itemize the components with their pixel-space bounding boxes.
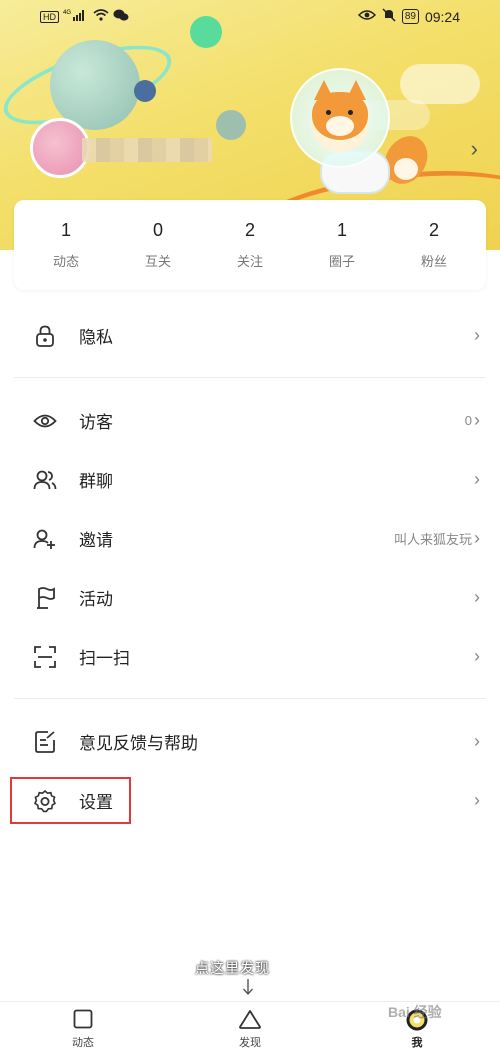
divider (14, 377, 486, 378)
group-users-icon (32, 467, 58, 493)
triangle-icon (210, 1008, 290, 1032)
chevron-right-icon: › (474, 325, 480, 345)
svg-text:4G: 4G (63, 10, 71, 16)
discover-hint: 点这里发现 (195, 961, 270, 977)
menu-item-scan[interactable]: 扫一扫 › (0, 627, 500, 686)
settings-highlight-box (10, 777, 131, 824)
hd-badge: HD (40, 10, 59, 23)
green-orb-decoration (190, 16, 222, 48)
stat-label: 圈子 (328, 254, 355, 269)
menu-label: 群聊 (79, 472, 113, 491)
stat-value: 2 (244, 220, 255, 240)
menu-label: 扫一扫 (79, 649, 130, 668)
user-avatar[interactable] (30, 118, 90, 178)
menu-item-feedback[interactable]: 意见反馈与帮助 › (0, 712, 500, 771)
stat-mutual[interactable]: 0 互关 (118, 200, 198, 290)
divider (14, 698, 486, 699)
watermark: Bai 经验 (388, 1004, 442, 1020)
feedback-edit-icon (32, 729, 58, 755)
stat-value: 2 (428, 220, 439, 240)
tab-label: 发现 (239, 1037, 261, 1049)
flag-icon (32, 585, 58, 611)
stat-posts[interactable]: 1 动态 (26, 200, 106, 290)
chevron-right-icon: › (474, 528, 480, 548)
tab-label: 动态 (72, 1037, 94, 1049)
eye-icon (357, 9, 376, 24)
menu-label: 邀请 (79, 531, 113, 550)
arrow-down-icon (242, 978, 254, 1001)
menu-item-invite[interactable]: 邀请 叫人来狐友玩 › (0, 509, 500, 568)
add-user-icon (32, 526, 58, 552)
status-bar: HD 4G 89 09:24 (0, 6, 500, 30)
chevron-right-icon: › (474, 790, 480, 810)
mute-bell-icon (382, 8, 396, 25)
planet-decoration (50, 40, 140, 130)
lock-icon (32, 323, 58, 349)
tab-label: 我 (411, 1037, 423, 1049)
visitors-count: 0 (464, 413, 472, 428)
stat-following[interactable]: 2 关注 (210, 200, 290, 290)
chevron-right-icon: › (474, 646, 480, 666)
tab-discover[interactable]: 发现 (210, 1008, 290, 1050)
stat-label: 粉丝 (420, 254, 447, 269)
stat-fans[interactable]: 2 粉丝 (394, 200, 474, 290)
stat-circles[interactable]: 1 圈子 (302, 200, 382, 290)
stats-card: 1 动态 0 互关 2 关注 1 圈子 2 粉丝 (14, 200, 486, 290)
wechat-icon (113, 8, 129, 25)
menu-item-activity[interactable]: 活动 › (0, 568, 500, 627)
username-blurred[interactable] (82, 138, 212, 162)
fox-astronaut-mascot (290, 68, 390, 168)
stat-label: 动态 (52, 254, 79, 269)
menu-item-visitors[interactable]: 访客 0 › (0, 391, 500, 450)
menu-label: 意见反馈与帮助 (79, 734, 198, 753)
stat-value: 0 (152, 220, 163, 240)
battery-indicator: 89 (401, 9, 419, 24)
menu-item-group-chat[interactable]: 群聊 › (0, 450, 500, 509)
stat-label: 互关 (144, 254, 171, 269)
wifi-icon (93, 8, 109, 25)
fox-tail-tip-decoration (394, 158, 418, 180)
chevron-right-icon: › (474, 410, 480, 430)
stat-label: 关注 (236, 254, 263, 269)
chevron-right-icon: › (474, 587, 480, 607)
menu-item-privacy[interactable]: 隐私 › (0, 306, 500, 365)
menu-label: 隐私 (79, 328, 113, 347)
signal-icon: 4G (63, 8, 89, 25)
tab-feed[interactable]: 动态 (43, 1008, 123, 1050)
scan-icon (32, 644, 58, 670)
clock: 09:24 (424, 8, 460, 25)
menu-label: 活动 (79, 590, 113, 609)
profile-chevron-icon[interactable]: › (471, 136, 478, 162)
chevron-right-icon: › (474, 731, 480, 751)
moon-decoration (216, 110, 246, 140)
eye-icon (32, 408, 58, 434)
stat-value: 1 (60, 220, 71, 240)
chevron-right-icon: › (474, 469, 480, 489)
square-icon (43, 1008, 123, 1032)
invite-hint: 叫人来狐友玩 (393, 532, 472, 547)
menu-label: 访客 (79, 413, 113, 432)
small-planet-decoration (134, 80, 156, 102)
cloud-decoration (400, 64, 480, 104)
stat-value: 1 (336, 220, 347, 240)
